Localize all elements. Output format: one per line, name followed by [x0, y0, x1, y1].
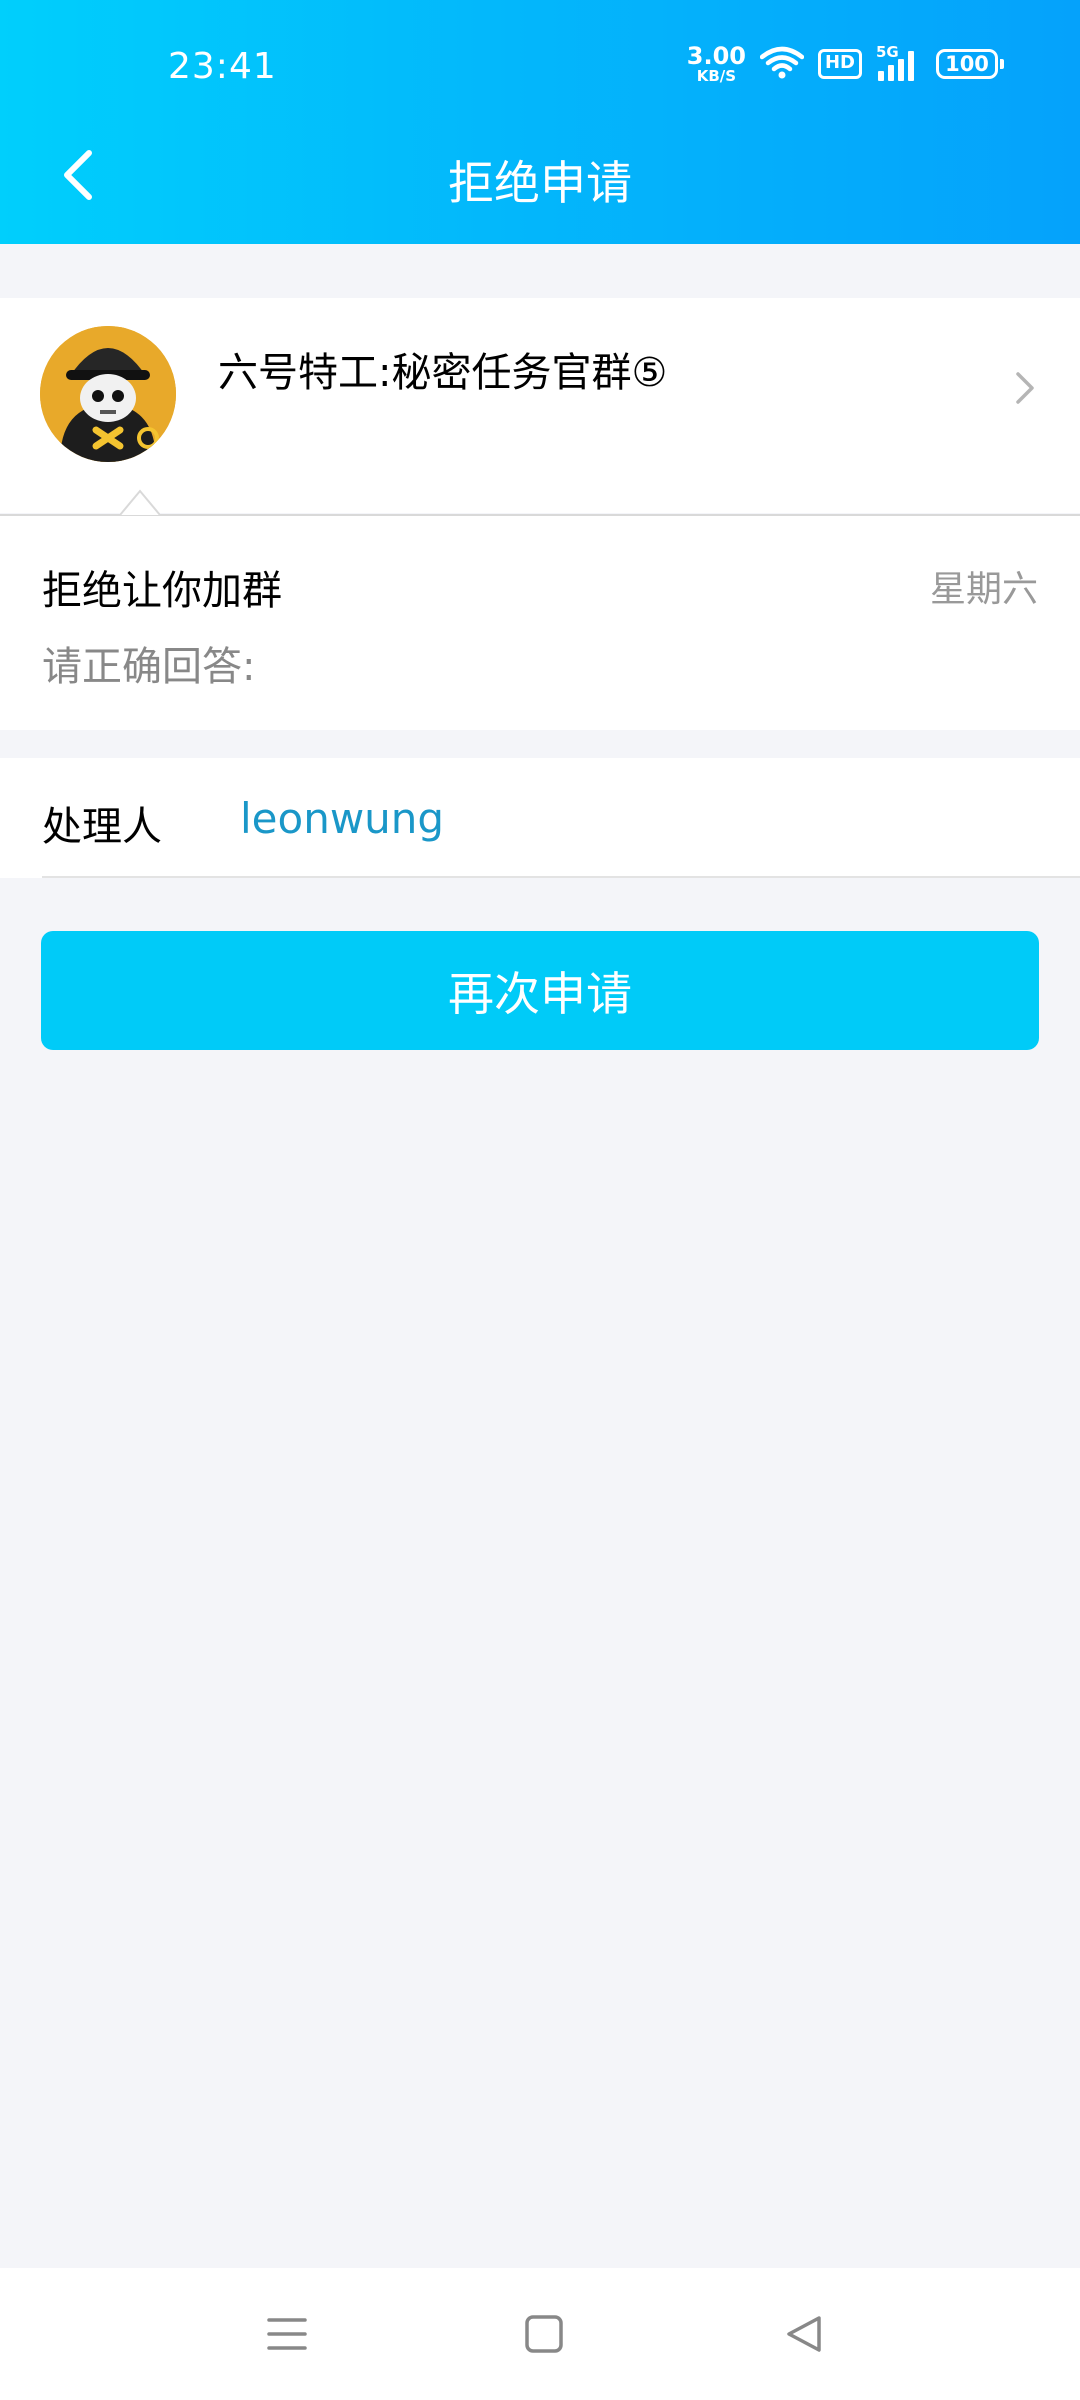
handler-label: 处理人 [42, 804, 162, 850]
wifi-icon [759, 45, 805, 83]
message-title: 拒绝让你加群 [42, 568, 282, 614]
system-nav-bar [0, 2268, 1080, 2400]
network-speed: 3.00 KB/S [687, 44, 746, 84]
row-divider [42, 876, 1080, 878]
group-avatar[interactable] [40, 326, 176, 462]
battery-level: 100 [936, 49, 998, 79]
group-card[interactable]: 六号特工:秘密任务官群⑤ [0, 298, 1080, 513]
menu-icon [267, 2318, 307, 2350]
chevron-right-icon [1014, 370, 1036, 410]
status-icons: 3.00 KB/S HD 5G 100 [687, 43, 1004, 84]
pointer-notch [120, 489, 160, 516]
message-note: 请正确回答: [42, 644, 256, 690]
back-triangle-icon [787, 2316, 821, 2352]
rejection-message: 拒绝让你加群 星期六 请正确回答: [0, 516, 1080, 730]
battery-icon: 100 [936, 49, 1004, 79]
hd-badge: HD [817, 49, 862, 79]
reapply-button[interactable]: 再次申请 [41, 931, 1039, 1050]
page-title: 拒绝申请 [448, 156, 632, 210]
handler-link[interactable]: leonwung [240, 794, 444, 843]
header-bar: 23:41 3.00 KB/S HD 5G 100 拒绝申请 [0, 0, 1080, 244]
home-icon [525, 2315, 563, 2353]
status-time: 23:41 [168, 46, 277, 87]
network-speed-unit: KB/S [696, 67, 737, 85]
menu-button[interactable] [257, 2304, 317, 2364]
back-nav-button[interactable] [774, 2304, 834, 2364]
avatar-image [40, 326, 176, 462]
network-speed-value: 3.00 [686, 42, 746, 70]
home-button[interactable] [514, 2304, 574, 2364]
message-date: 星期六 [929, 569, 1038, 610]
group-name: 六号特工:秘密任务官群⑤ [218, 350, 668, 396]
signal-icon: 5G [876, 43, 922, 81]
handler-row: 处理人 leonwung [0, 758, 1080, 878]
